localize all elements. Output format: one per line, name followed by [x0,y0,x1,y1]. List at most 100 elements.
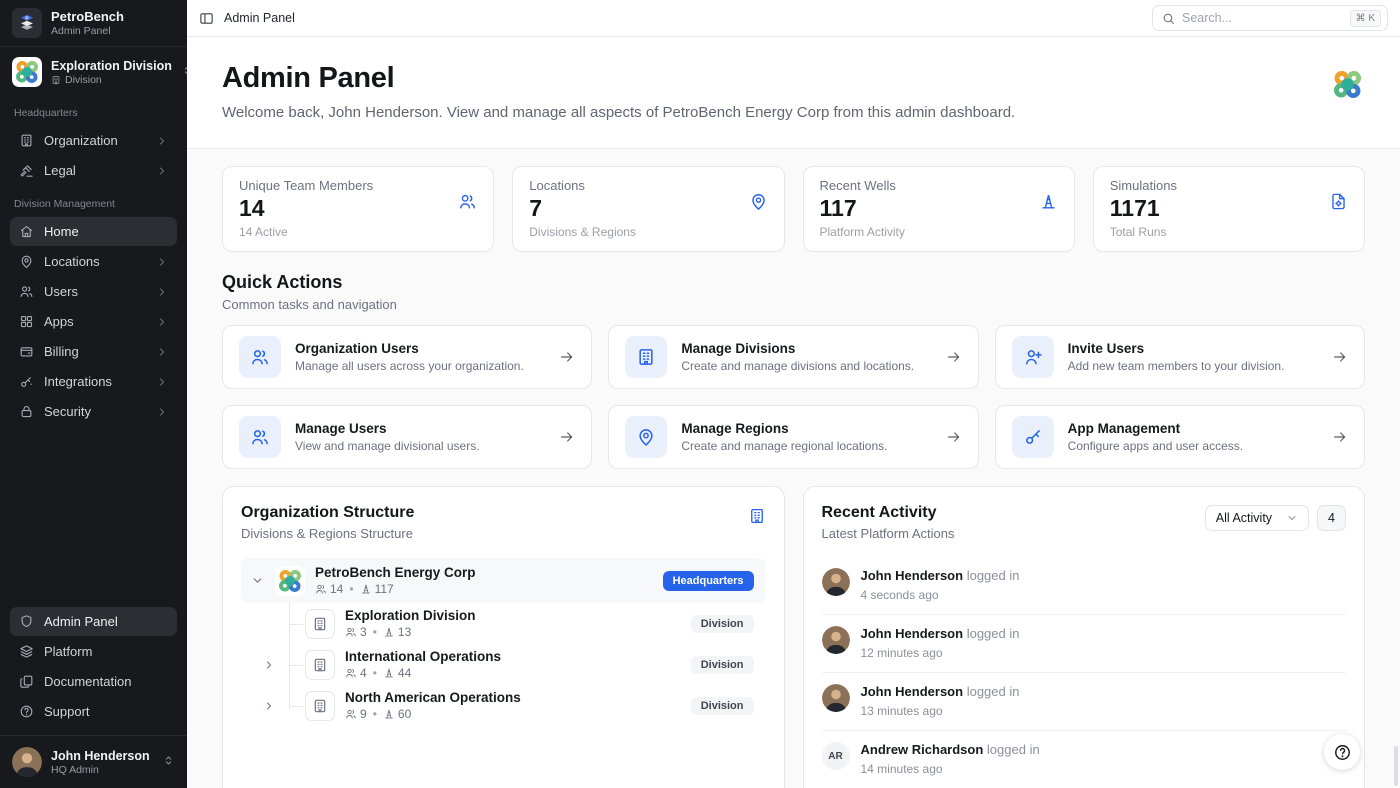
activity-time: 14 minutes ago [861,762,1040,776]
sidebar-item-legal[interactable]: Legal [10,156,177,185]
sidebar-item-admin-panel[interactable]: Admin Panel [10,607,177,636]
chevron-right-icon[interactable] [263,659,275,671]
stat-sub: Total Runs [1110,225,1348,239]
stat-label: Recent Wells [820,178,1058,193]
derrick-icon [383,667,395,679]
node-well-count: 60 [398,707,411,721]
welcome-section: Admin Panel Welcome back, John Henderson… [187,37,1400,149]
help-circle-icon [19,704,34,719]
map-pin-icon [19,254,34,269]
quick-action-manage-users[interactable]: Manage Users View and manage divisional … [222,405,592,469]
chevron-down-icon[interactable] [249,574,265,587]
chevron-down-icon [1286,512,1298,524]
quick-action-title: Invite Users [1068,341,1285,356]
footer-nav: Admin Panel Platform Documentation Suppo… [0,604,187,735]
sidebar-item-home[interactable]: Home [10,217,177,246]
user-menu[interactable]: John Henderson HQ Admin [0,735,187,788]
activity-filter-label: All Activity [1216,511,1272,525]
tree-node-name: North American Operations [345,690,521,705]
admin-app: PetroBench Admin Panel Exploration Divis… [0,0,1400,788]
derrick-icon [383,626,395,638]
help-button[interactable] [1324,734,1360,770]
stat-value: 1171 [1110,195,1348,222]
hq-nav: Organization Legal [0,123,187,188]
section-label-headquarters: Headquarters [0,97,187,123]
org-structure-title: Organization Structure [241,504,766,522]
key-spark-icon [19,374,34,389]
node-user-count: 3 [360,625,367,639]
stat-value: 117 [820,195,1058,222]
node-well-count: 117 [375,582,394,596]
shield-icon [19,614,34,629]
chevron-right-icon [156,406,168,418]
page-subtitle: Welcome back, John Henderson. View and m… [222,104,1365,121]
tree-node-north-american-operations[interactable]: North American Operations 9 • 60 Divisio… [305,685,766,726]
tree-node-petrobench-energy-corp[interactable]: PetroBench Energy Corp 14 • 117 Headquar… [241,558,766,603]
sidebar-item-locations[interactable]: Locations [10,247,177,276]
file-gear-icon [1329,192,1348,216]
node-well-count: 44 [398,666,411,680]
quick-action-invite-users[interactable]: Invite Users Add new team members to you… [995,325,1365,389]
sidebar-item-integrations[interactable]: Integrations [10,367,177,396]
app-subtitle: Admin Panel [51,25,124,37]
chevron-right-icon [156,256,168,268]
chevron-right-icon[interactable] [263,700,275,712]
building-icon [748,507,766,530]
org-logo-icon [1329,66,1366,103]
derrick-icon [360,583,372,595]
sidebar-item-organization[interactable]: Organization [10,126,177,155]
arrow-right-icon [1332,349,1348,365]
division-badge: Division [691,656,754,674]
map-pin-icon [625,416,667,458]
sidebar-item-security[interactable]: Security [10,397,177,426]
search-box[interactable]: ⌘ K [1152,5,1388,31]
stat-label: Simulations [1110,178,1348,193]
quick-actions-grid: Organization Users Manage all users acro… [222,325,1365,469]
page-title: Admin Panel [222,62,1365,95]
sidebar-item-support[interactable]: Support [10,697,177,726]
separator-dot: • [373,666,377,680]
quick-actions-header: Quick Actions Common tasks and navigatio… [222,272,1365,312]
sidebar-item-documentation[interactable]: Documentation [10,667,177,696]
quick-action-app-management[interactable]: App Management Configure apps and user a… [995,405,1365,469]
division-badge: Division [691,615,754,633]
org-logo-icon [275,566,305,596]
node-well-count: 13 [398,625,411,639]
sidebar-item-platform[interactable]: Platform [10,637,177,666]
sidebar-item-billing[interactable]: Billing [10,337,177,366]
activity-list: John Henderson logged in 4 seconds ago J… [822,557,1347,788]
sidebar-toggle-icon[interactable] [199,11,214,26]
building-icon [305,691,335,721]
sidebar: PetroBench Admin Panel Exploration Divis… [0,0,187,788]
topbar: Admin Panel ⌘ K [187,0,1400,37]
quick-action-manage-regions[interactable]: Manage Regions Create and manage regiona… [608,405,978,469]
stat-sub: Platform Activity [820,225,1058,239]
sidebar-item-apps[interactable]: Apps [10,307,177,336]
activity-time: 13 minutes ago [861,704,1020,718]
app-name: PetroBench [51,9,124,24]
activity-user: John Henderson [861,684,964,699]
node-user-count: 4 [360,666,367,680]
chevron-right-icon [156,135,168,147]
sidebar-item-users[interactable]: Users [10,277,177,306]
petrobench-logo-icon [12,8,42,38]
stat-card-recent-wells: Recent Wells 117 Platform Activity [803,166,1075,252]
sidebar-item-label: Apps [44,314,74,329]
search-input[interactable] [1182,11,1343,25]
content: Admin Panel Welcome back, John Henderson… [187,37,1400,788]
tree-node-exploration-division[interactable]: Exploration Division 3 • 13 Division [305,603,766,644]
tree-node-international-operations[interactable]: International Operations 4 • 44 Division [305,644,766,685]
division-selector[interactable]: Exploration Division Division [0,47,187,97]
derrick-icon [383,708,395,720]
scrollbar-thumb[interactable] [1394,746,1398,786]
sidebar-item-label: Organization [44,133,118,148]
chevron-right-icon [156,376,168,388]
stat-sub: Divisions & Regions [529,225,767,239]
user-name: John Henderson [51,749,150,763]
users-icon [345,626,357,638]
quick-action-organization-users[interactable]: Organization Users Manage all users acro… [222,325,592,389]
activity-filter-dropdown[interactable]: All Activity [1205,505,1309,531]
users-icon [239,336,281,378]
quick-action-manage-divisions[interactable]: Manage Divisions Create and manage divis… [608,325,978,389]
lock-icon [19,404,34,419]
